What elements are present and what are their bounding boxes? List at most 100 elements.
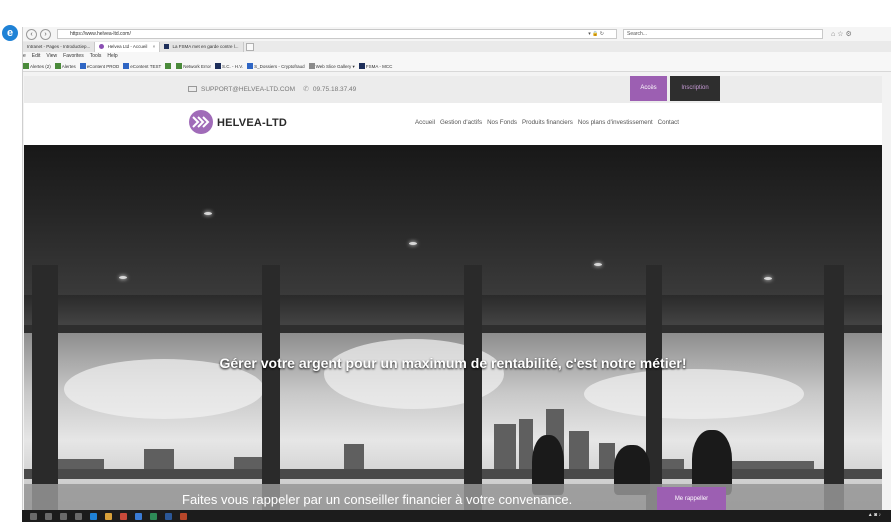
favorite-icon bbox=[308, 63, 315, 69]
forward-icon[interactable]: › bbox=[40, 28, 51, 40]
excel-icon[interactable] bbox=[150, 512, 157, 520]
pdf-icon[interactable] bbox=[180, 512, 187, 520]
callback-button[interactable]: Me rappeller bbox=[657, 487, 726, 511]
ceiling-light bbox=[204, 212, 212, 215]
favorites-bar: Alertes (2) Alertes eContent PROD eConte… bbox=[23, 61, 891, 72]
search-icon[interactable] bbox=[45, 512, 52, 520]
tab-fsma[interactable]: La FSMA met en garde contre l... bbox=[160, 42, 244, 52]
window-column bbox=[262, 265, 280, 515]
logo-text[interactable]: HELVEA-LTD bbox=[217, 117, 287, 129]
favorite-label: FSMA - MCC bbox=[365, 63, 393, 69]
hero-banner: Gérer votre argent pour un maximum de re… bbox=[24, 145, 882, 515]
desktop-edge bbox=[0, 20, 22, 520]
browser-app-icon[interactable] bbox=[90, 512, 97, 520]
favorite-item[interactable]: Network Error bbox=[176, 61, 211, 71]
envelope-icon bbox=[188, 86, 197, 92]
address-row: ‹ › https://www.helvea-ltd.com/ ▾ 🔒 ↻ Se… bbox=[23, 27, 891, 41]
window-column bbox=[32, 265, 58, 515]
favorite-item[interactable]: FSMA - MCC bbox=[358, 61, 393, 71]
nav-nos-fonds[interactable]: Nos Fonds bbox=[487, 119, 517, 126]
app-icon[interactable] bbox=[120, 512, 127, 520]
favorite-label: Alertes (2) bbox=[30, 63, 51, 69]
favorite-icon bbox=[247, 63, 254, 69]
favorite-label: S.C. - H.V. bbox=[222, 63, 244, 69]
callback-text: Faites vous rappeler par un conseiller f… bbox=[182, 492, 573, 507]
ceiling-slab bbox=[24, 295, 882, 329]
favorite-label: eContent TEST bbox=[130, 63, 162, 69]
menu-item[interactable]: e bbox=[23, 52, 26, 61]
taskbar: ▲ ◙ ♪ bbox=[22, 510, 891, 522]
inscription-button[interactable]: Inscription bbox=[670, 76, 720, 101]
main-navbar: HELVEA-LTD Accueil Gestion d'actifs Nos … bbox=[24, 103, 882, 144]
tab-helvea[interactable]: Helvea Ltd - Accueil × bbox=[95, 42, 161, 52]
fsma-favicon-icon bbox=[164, 44, 170, 49]
browser-logo-icon: e bbox=[2, 25, 18, 41]
ceiling-light bbox=[119, 276, 127, 279]
contact-topbar: SUPPORT@HELVEA-LTD.COM ✆ 09.75.18.37.49 … bbox=[24, 76, 882, 103]
favorite-label: S_Dossiers - Cryptofraud bbox=[254, 63, 305, 69]
back-icon[interactable]: ‹ bbox=[26, 28, 37, 40]
favorite-item[interactable]: eContent PROD bbox=[79, 61, 119, 71]
ceiling-light bbox=[764, 277, 772, 280]
favorite-item[interactable]: Alertes bbox=[54, 61, 76, 71]
favorite-label: Network Error bbox=[183, 63, 211, 69]
taskview-icon[interactable] bbox=[60, 512, 67, 520]
city-skyline bbox=[24, 389, 882, 479]
helvea-favicon-icon bbox=[99, 44, 105, 49]
folder-icon[interactable] bbox=[105, 512, 112, 520]
favorite-icon bbox=[165, 63, 172, 69]
word-icon[interactable] bbox=[165, 512, 172, 520]
phone-number: 09.75.18.37.49 bbox=[312, 85, 357, 93]
nav-accueil[interactable]: Accueil bbox=[415, 119, 435, 126]
acces-button[interactable]: Accès bbox=[630, 76, 667, 101]
support-email[interactable]: SUPPORT@HELVEA-LTD.COM bbox=[201, 86, 295, 93]
window-beam bbox=[24, 325, 882, 333]
tab-label: La FSMA met en garde contre l... bbox=[172, 44, 239, 49]
favorite-icon bbox=[215, 63, 221, 69]
start-icon[interactable] bbox=[30, 512, 37, 520]
favorite-label: Alertes bbox=[61, 63, 76, 69]
new-tab-button[interactable] bbox=[245, 43, 254, 51]
url-text: https://www.helvea-ltd.com/ bbox=[70, 31, 131, 37]
hero-ceiling bbox=[24, 145, 882, 295]
window-column bbox=[824, 265, 844, 515]
tab-label: Intranet - Pages - Introductiep... bbox=[27, 44, 91, 49]
ceiling-light bbox=[409, 242, 417, 245]
tab-strip: Intranet - Pages - Introductiep... Helve… bbox=[23, 41, 891, 52]
favorite-item[interactable]: S.C. - H.V. bbox=[215, 61, 243, 71]
search-input[interactable]: Search... bbox=[623, 29, 823, 39]
favorite-item[interactable]: Alertes (2) bbox=[23, 61, 51, 71]
favorite-item[interactable]: Web Slice Gallery ▾ bbox=[308, 61, 355, 71]
window-column bbox=[464, 265, 482, 515]
close-tab-icon[interactable]: × bbox=[153, 44, 156, 49]
system-tray[interactable]: ▲ ◙ ♪ bbox=[868, 512, 881, 518]
tab-intranet[interactable]: Intranet - Pages - Introductiep... bbox=[23, 42, 96, 52]
app-icon[interactable] bbox=[135, 512, 142, 520]
favorite-item[interactable] bbox=[165, 61, 172, 71]
phone-icon: ✆ bbox=[303, 86, 309, 93]
address-bar[interactable]: https://www.helvea-ltd.com/ ▾ 🔒 ↻ bbox=[57, 29, 617, 39]
webpage: SUPPORT@HELVEA-LTD.COM ✆ 09.75.18.37.49 … bbox=[24, 76, 882, 515]
favorite-icon bbox=[54, 63, 61, 69]
ceiling-light bbox=[594, 263, 602, 266]
favorite-icon bbox=[176, 63, 183, 69]
contact-info: SUPPORT@HELVEA-LTD.COM ✆ 09.75.18.37.49 bbox=[188, 85, 356, 93]
favorite-item[interactable]: S_Dossiers - Cryptofraud bbox=[247, 61, 305, 71]
favorite-label: Web Slice Gallery ▾ bbox=[315, 63, 355, 69]
favorite-item[interactable]: eContent TEST bbox=[123, 61, 161, 71]
nav-gestion-actifs[interactable]: Gestion d'actifs bbox=[440, 119, 482, 126]
favorite-icon bbox=[79, 63, 86, 69]
toolbar-icons[interactable]: ⌂☆⚙ bbox=[831, 30, 854, 38]
favorite-icon bbox=[23, 63, 29, 69]
nav-contact[interactable]: Contact bbox=[658, 119, 679, 126]
app-icon[interactable] bbox=[75, 512, 82, 520]
tab-label: Helvea Ltd - Accueil bbox=[107, 44, 148, 49]
site-menu: Accueil Gestion d'actifs Nos Fonds Produ… bbox=[415, 119, 684, 126]
lock-icon: ▾ 🔒 ↻ bbox=[588, 31, 604, 37]
favorite-icon bbox=[358, 63, 365, 69]
hero-title: Gérer votre argent pour un maximum de re… bbox=[219, 355, 687, 371]
nav-plans-investissement[interactable]: Nos plans d'investissement bbox=[578, 119, 653, 126]
nav-produits-financiers[interactable]: Produits financiers bbox=[522, 119, 573, 126]
favorite-icon bbox=[123, 63, 130, 69]
helvea-logo-icon[interactable] bbox=[189, 110, 213, 134]
